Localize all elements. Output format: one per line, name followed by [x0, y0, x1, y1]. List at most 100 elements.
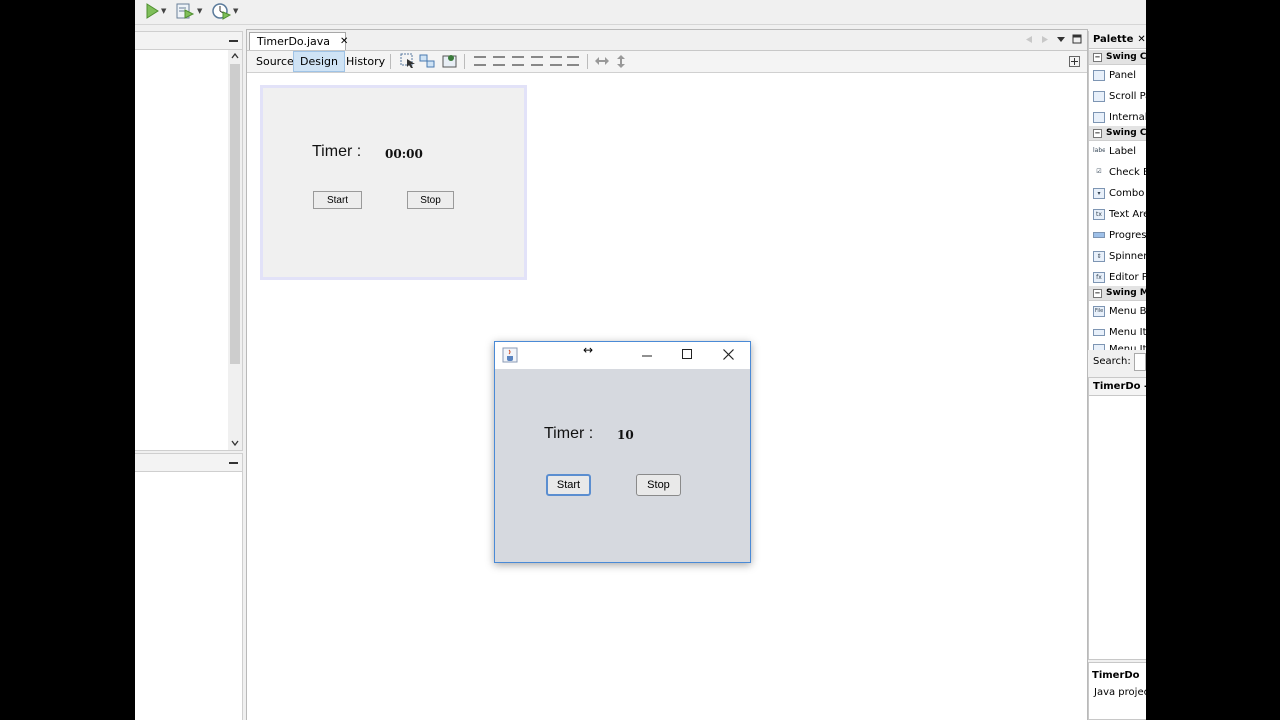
palette-search-row: Search:	[1088, 350, 1146, 373]
main-toolbar: ▼ ▼ ▼	[135, 0, 1146, 25]
design-toolbar: Source Design History	[247, 51, 1087, 73]
editor-pane-icon: fx	[1093, 271, 1105, 283]
collapse-icon[interactable]: −	[1093, 52, 1102, 62]
design-timer-value[interactable]: 00:00	[385, 147, 423, 161]
navigator-panel: TimerDo -	[1088, 377, 1146, 660]
menu-item-icon	[1093, 328, 1105, 336]
toolbar-separator	[464, 54, 465, 69]
minimize-icon[interactable]	[642, 351, 652, 361]
debug-icon	[176, 3, 195, 19]
palette-item-panel[interactable]: Panel	[1089, 66, 1146, 84]
properties-title: TimerDo	[1092, 670, 1140, 681]
file-tab-timerdo[interactable]: TimerDo.java ✕	[249, 32, 348, 50]
align-right-icon[interactable]	[493, 56, 505, 66]
close-icon[interactable]: ✕	[340, 36, 348, 47]
palette-title: Palette	[1093, 34, 1134, 45]
collapse-icon[interactable]: −	[1093, 128, 1102, 138]
design-stop-button[interactable]: Stop	[407, 191, 454, 209]
text-area-icon: tx	[1093, 208, 1105, 220]
palette-item-spinner[interactable]: ⇕ Spinner	[1089, 247, 1146, 265]
palette-item-combo-box[interactable]: ▾Combo B	[1089, 184, 1146, 202]
label-icon: label	[1093, 146, 1105, 154]
spinner-icon: ⇕	[1093, 250, 1105, 262]
menu-bar-icon: File	[1093, 305, 1105, 317]
panel-icon	[1093, 69, 1105, 81]
tab-history[interactable]: History	[340, 51, 391, 72]
palette-item-menu-item[interactable]: Menu Ite	[1089, 323, 1146, 341]
palette-item-text-area[interactable]: tx Text Are	[1089, 205, 1146, 223]
file-tab-label: TimerDo.java	[257, 35, 330, 48]
chevron-down-icon: ▼	[197, 7, 203, 15]
chevron-down-icon[interactable]	[231, 440, 239, 446]
design-timer-label[interactable]: Timer :	[312, 143, 361, 161]
internal-frame-icon	[1093, 111, 1105, 123]
center-vertically-icon[interactable]	[567, 56, 579, 66]
align-bottom-icon[interactable]	[550, 56, 562, 66]
toolbar-separator	[390, 54, 391, 69]
design-start-button[interactable]: Start	[313, 191, 362, 209]
minimize-icon[interactable]	[229, 462, 238, 464]
scrollbar-thumb[interactable]	[230, 64, 240, 364]
combo-box-icon: ▾	[1093, 187, 1105, 199]
palette-category-swing-controls[interactable]: − Swing C	[1089, 126, 1146, 141]
palette-item-menu-bar[interactable]: FileMenu Ba	[1089, 302, 1146, 320]
properties-panel: TimerDo Java project	[1088, 662, 1146, 720]
projects-panel-header	[135, 32, 242, 50]
chevron-down-icon: ▼	[233, 7, 239, 15]
chevron-left-icon[interactable]	[1025, 35, 1033, 44]
debug-project-button[interactable]: ▼	[175, 2, 202, 20]
profile-project-button[interactable]: ▼	[211, 2, 238, 20]
palette-category-swing-menus[interactable]: − Swing M	[1089, 286, 1146, 301]
run-stop-button[interactable]: Stop	[636, 474, 681, 496]
close-icon[interactable]: ✕	[1137, 34, 1145, 45]
palette-panel: Palette ✕ −Swing C Panel Scroll Pa Inter…	[1088, 31, 1146, 373]
profile-icon	[212, 3, 231, 20]
run-project-button[interactable]: ▼	[145, 2, 166, 20]
center-horizontally-icon[interactable]	[512, 56, 524, 66]
resize-cursor-icon: ↔	[583, 343, 594, 357]
palette-item-internal-frame[interactable]: Internal	[1089, 108, 1146, 126]
projects-scrollbar[interactable]	[228, 50, 242, 450]
java-cup-icon	[502, 347, 518, 363]
palette-item-scroll-pane[interactable]: Scroll Pa	[1089, 87, 1146, 105]
navigator-title: TimerDo -	[1089, 378, 1146, 396]
progress-bar-icon	[1093, 232, 1105, 238]
run-timer-value: 10	[617, 428, 634, 442]
connection-mode-icon[interactable]	[419, 53, 435, 69]
run-icon	[146, 3, 159, 19]
palette-search-input[interactable]	[1133, 352, 1146, 371]
netbeans-ide: ▼ ▼ ▼ TimerDo.java ✕ Source Design Histo…	[135, 0, 1146, 720]
run-start-button[interactable]: Start	[546, 474, 591, 496]
projects-panel	[135, 31, 243, 451]
files-panel	[135, 453, 243, 720]
tab-list-dropdown-icon[interactable]	[1056, 36, 1066, 43]
scroll-pane-icon	[1093, 90, 1105, 102]
editor-tab-bar: TimerDo.java ✕	[247, 30, 1087, 51]
chevron-right-icon[interactable]	[1041, 35, 1049, 44]
preview-design-icon[interactable]	[442, 53, 458, 69]
maximize-icon[interactable]	[682, 349, 693, 360]
palette-category-swing-containers[interactable]: − Swing C	[1089, 50, 1146, 65]
selection-mode-icon[interactable]	[400, 53, 416, 69]
chevron-up-icon[interactable]	[231, 53, 239, 59]
check-box-icon: ☑	[1096, 167, 1102, 175]
palette-item-check-box[interactable]: ☑Check Bo	[1089, 163, 1146, 181]
minimize-icon[interactable]	[229, 40, 238, 42]
files-panel-header	[135, 454, 242, 472]
palette-tab[interactable]: Palette ✕	[1089, 31, 1146, 49]
horizontal-resize-icon[interactable]	[594, 55, 610, 67]
palette-item-progress-bar[interactable]: Progress	[1089, 226, 1146, 244]
align-top-icon[interactable]	[531, 56, 543, 66]
tab-design[interactable]: Design	[293, 51, 345, 72]
window-title-bar[interactable]: ↔	[495, 342, 750, 369]
collapse-icon[interactable]: −	[1093, 288, 1102, 298]
palette-item-editor-pane[interactable]: fxEditor Pa	[1089, 268, 1146, 286]
align-left-icon[interactable]	[474, 56, 486, 66]
run-timer-label: Timer :	[544, 425, 594, 442]
design-jframe-form[interactable]: Timer : 00:00 Start Stop	[260, 85, 527, 280]
maximize-icon[interactable]	[1072, 34, 1082, 44]
palette-item-label[interactable]: labelLabel	[1089, 142, 1146, 160]
vertical-resize-icon[interactable]	[616, 54, 626, 69]
expand-toolbar-icon[interactable]	[1069, 56, 1080, 67]
close-icon[interactable]	[723, 349, 734, 360]
